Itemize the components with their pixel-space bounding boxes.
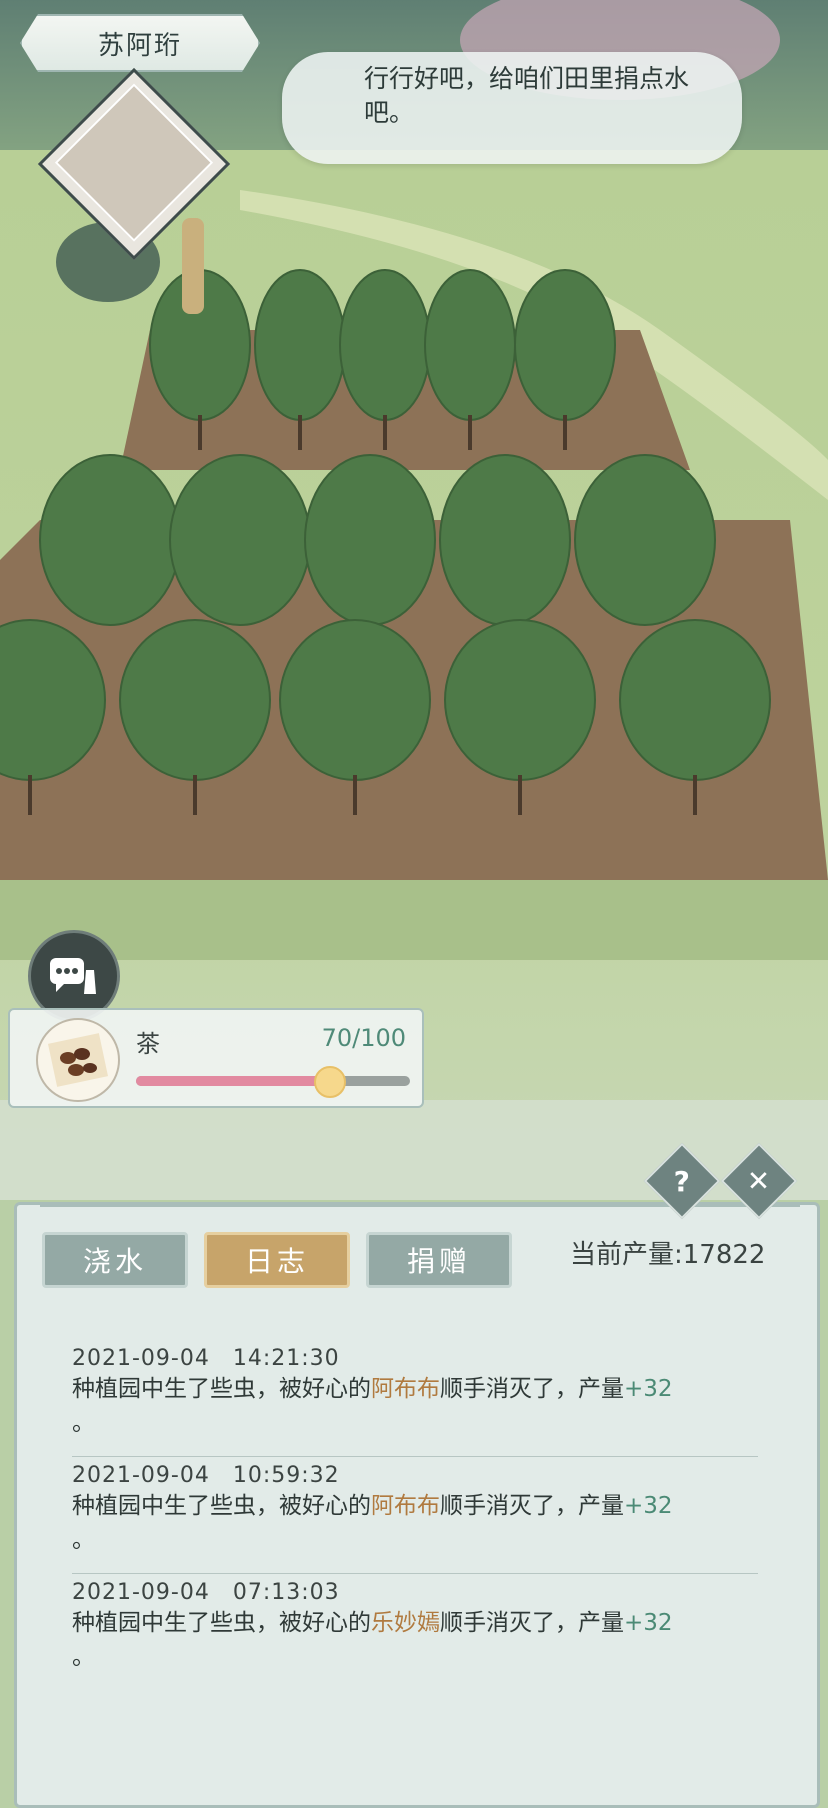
tab-water[interactable]: 浇水 [42,1232,188,1288]
speech-bubble: 行行好吧，给咱们田里捐点水吧。 [282,52,742,164]
log-delta: +32 [624,1376,673,1402]
production-label: 当前产量:17822 [570,1240,766,1270]
chat-bubble-icon [50,958,96,994]
log-text: 种植园中生了些虫，被好心的阿布布顺手消灭了，产量+32 。 [72,1372,752,1440]
help-icon: ? [673,1164,691,1198]
log-text: 种植园中生了些虫，被好心的阿布布顺手消灭了，产量+32 。 [72,1489,752,1557]
resource-name: 茶 [136,1030,160,1058]
log-suffix: 。 [72,1527,95,1553]
log-prefix: 种植园中生了些虫，被好心的 [72,1493,371,1519]
log-delta: +32 [624,1610,673,1636]
tab-log-label: 日志 [244,1245,309,1278]
log-delta: +32 [624,1493,673,1519]
resource-progress-fill [136,1076,328,1086]
log-entry: 2021-09-04 10:59:32 种植园中生了些虫，被好心的阿布布顺手消灭… [72,1457,758,1574]
tab-donate[interactable]: 捐赠 [366,1232,512,1288]
log-prefix: 种植园中生了些虫，被好心的 [72,1610,371,1636]
close-icon: ✕ [747,1164,771,1198]
log-entry: 2021-09-04 14:21:30 种植园中生了些虫，被好心的阿布布顺手消灭… [72,1340,758,1457]
tab-log[interactable]: 日志 [204,1232,350,1288]
log-time: 2021-09-04 14:21:30 [72,1346,340,1371]
log-list[interactable]: 2021-09-04 14:21:30 种植园中生了些虫，被好心的阿布布顺手消灭… [72,1340,758,1690]
plantation-panel: ? ✕ 浇水 日志 捐赠 当前产量:17822 2021-09-04 14:21… [0,1142,828,1808]
tab-water-label: 浇水 [82,1245,147,1278]
log-player-name: 阿布布 [371,1493,440,1519]
log-middle: 顺手消灭了，产量 [440,1610,624,1636]
log-prefix: 种植园中生了些虫，被好心的 [72,1376,371,1402]
npc-name: 苏阿珩 [97,30,182,61]
log-entry: 2021-09-04 07:13:03 种植园中生了些虫，被好心的乐妙嫣顺手消灭… [72,1574,758,1690]
log-suffix: 。 [72,1410,95,1436]
npc-name-tag: 苏阿珩 [20,14,260,72]
tea-seeds-icon [36,1018,120,1102]
log-middle: 顺手消灭了，产量 [440,1376,624,1402]
log-time: 2021-09-04 10:59:32 [72,1463,340,1488]
log-suffix: 。 [72,1644,95,1670]
log-player-name: 阿布布 [371,1376,440,1402]
speech-text: 行行好吧，给咱们田里捐点水吧。 [364,64,690,127]
progress-knob-icon [313,1066,346,1098]
log-middle: 顺手消灭了，产量 [440,1493,624,1519]
tab-donate-label: 捐赠 [406,1245,471,1278]
resource-panel: 茶 70/100 [8,1008,424,1108]
resource-progress-bar [136,1066,410,1098]
log-text: 种植园中生了些虫，被好心的乐妙嫣顺手消灭了，产量+32 。 [72,1606,752,1674]
resource-count: 70/100 [321,1024,406,1052]
log-player-name: 乐妙嫣 [371,1610,440,1636]
log-time: 2021-09-04 07:13:03 [72,1580,340,1605]
